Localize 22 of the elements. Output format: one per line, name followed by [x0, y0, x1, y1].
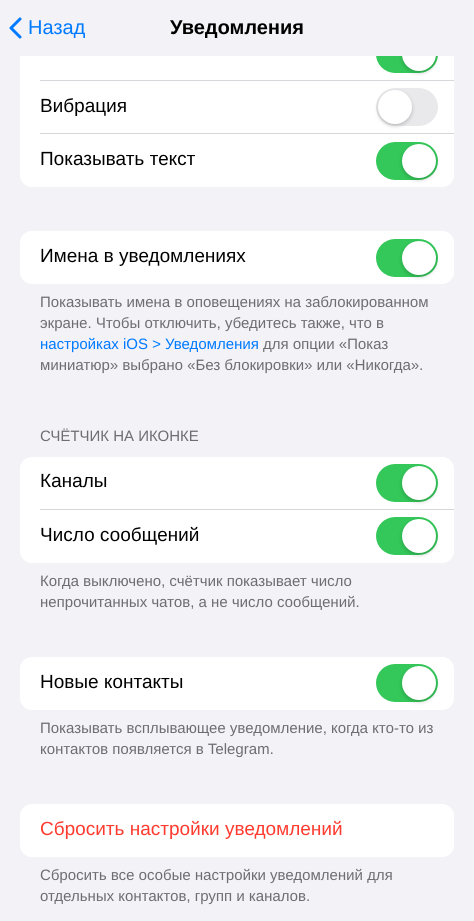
setting-label: Вибрация	[40, 94, 128, 119]
chevron-left-icon	[8, 17, 22, 39]
setting-label: Новые контакты	[40, 670, 184, 695]
section-header: СЧЁТЧИК НА ИКОНКЕ	[39, 427, 200, 447]
toggle-switch[interactable]	[376, 238, 438, 276]
toggle-switch[interactable]	[376, 517, 438, 555]
settings-link[interactable]: настройках iOS > Уведомления	[40, 336, 259, 353]
toggle-switch[interactable]	[376, 142, 438, 180]
section-footer: Показывать имена в оповещениях на заблокированном экране. Чтобы отключить, убедитесь также, что в настройках iOS > Уведомления для опции «Показ миниатюр» выбрано «Без блокировки» или «Никогда».	[0, 284, 474, 376]
setting-label: Показывать текст	[40, 148, 196, 172]
screen-title: Уведомления	[170, 16, 304, 41]
setting-label: Число сообщений	[40, 524, 200, 548]
setting-label: Каналы	[40, 470, 108, 494]
setting-label: Имена в уведомлениях	[40, 245, 246, 270]
back-button[interactable]: Назад	[8, 13, 86, 43]
section-footer: Сбросить все особые настройки уведомлений для отдельных контактов, групп и каналов.	[0, 856, 474, 906]
section-footer: Показывать всплывающее уведомление, когда кто-то из контактов появляется в Telegram.	[0, 710, 474, 760]
reset-button[interactable]: Сбросить настройки уведомлений	[40, 816, 343, 844]
toggle-switch[interactable]	[376, 464, 438, 502]
section-footer: Когда выключено, счётчик показывает число непрочитанных чатов, а не число сообщений.	[0, 562, 474, 612]
toggle-switch[interactable]	[376, 664, 438, 702]
toggle-switch[interactable]	[376, 88, 438, 126]
